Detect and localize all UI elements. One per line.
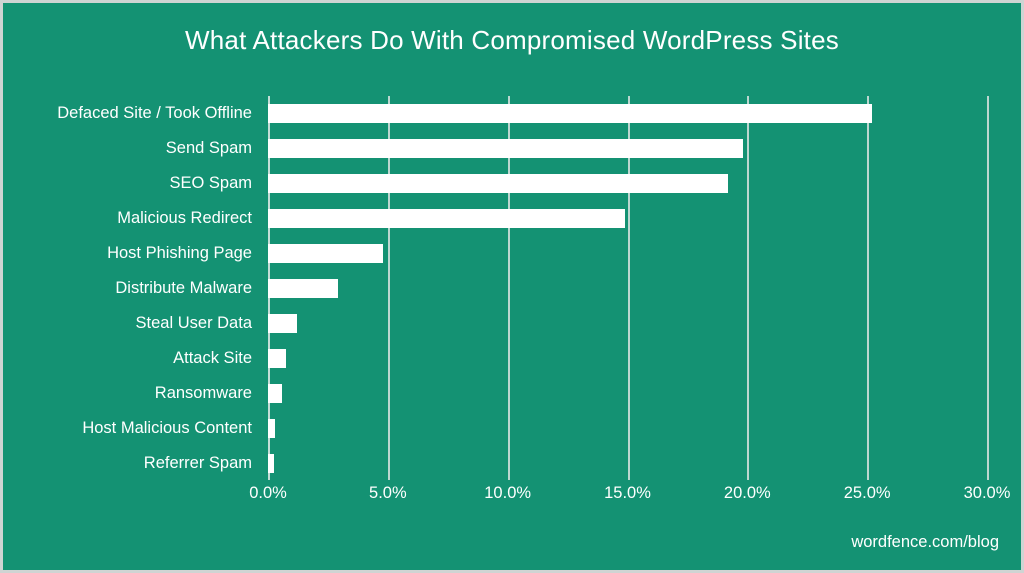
y-axis-label: Host Phishing Page — [107, 244, 252, 262]
source-attribution: wordfence.com/blog — [851, 533, 999, 551]
bar — [268, 139, 743, 158]
bar — [268, 419, 276, 438]
chart-container: What Attackers Do With Compromised WordP… — [0, 0, 1024, 573]
y-axis-category-labels: Defaced Site / Took Offline Send Spam SEO … — [3, 96, 258, 480]
bar — [268, 314, 297, 333]
x-axis-tick-label: 0.0% — [249, 484, 287, 502]
y-axis-label: Send Spam — [165, 139, 252, 157]
bar — [268, 279, 338, 298]
y-axis-label: Steal User Data — [135, 314, 252, 332]
bar — [268, 384, 283, 403]
x-axis-tick-label: 10.0% — [484, 484, 532, 502]
bar — [268, 174, 729, 193]
y-axis-label: Referrer Spam — [143, 454, 252, 472]
y-axis-label: Defaced Site / Took Offline — [57, 104, 252, 122]
bar — [268, 244, 384, 263]
bar — [268, 454, 274, 473]
y-axis-label: SEO Spam — [169, 174, 252, 192]
bars-group — [268, 96, 1021, 480]
y-axis-label: Malicious Redirect — [117, 209, 252, 227]
x-axis-tick-label: 15.0% — [604, 484, 651, 502]
bar — [268, 349, 286, 368]
y-axis-label: Ransomware — [154, 384, 252, 402]
y-axis-label: Attack Site — [173, 349, 252, 367]
bar — [268, 209, 626, 228]
x-axis-tick-label: 30.0% — [963, 484, 1011, 502]
x-axis-tick-label: 25.0% — [843, 484, 891, 502]
x-axis-tick-labels: 0.0% 5.0% 10.0% 15.0% 20.0% 25.0% 30.0% — [3, 484, 1021, 514]
chart-title: What Attackers Do With Compromised WordP… — [185, 25, 839, 55]
y-axis-label: Host Malicious Content — [82, 419, 252, 437]
y-axis-label: Distribute Malware — [115, 279, 252, 297]
x-axis-tick-label: 20.0% — [723, 484, 771, 502]
x-axis-tick-label: 5.0% — [369, 484, 407, 502]
bar — [268, 104, 872, 123]
